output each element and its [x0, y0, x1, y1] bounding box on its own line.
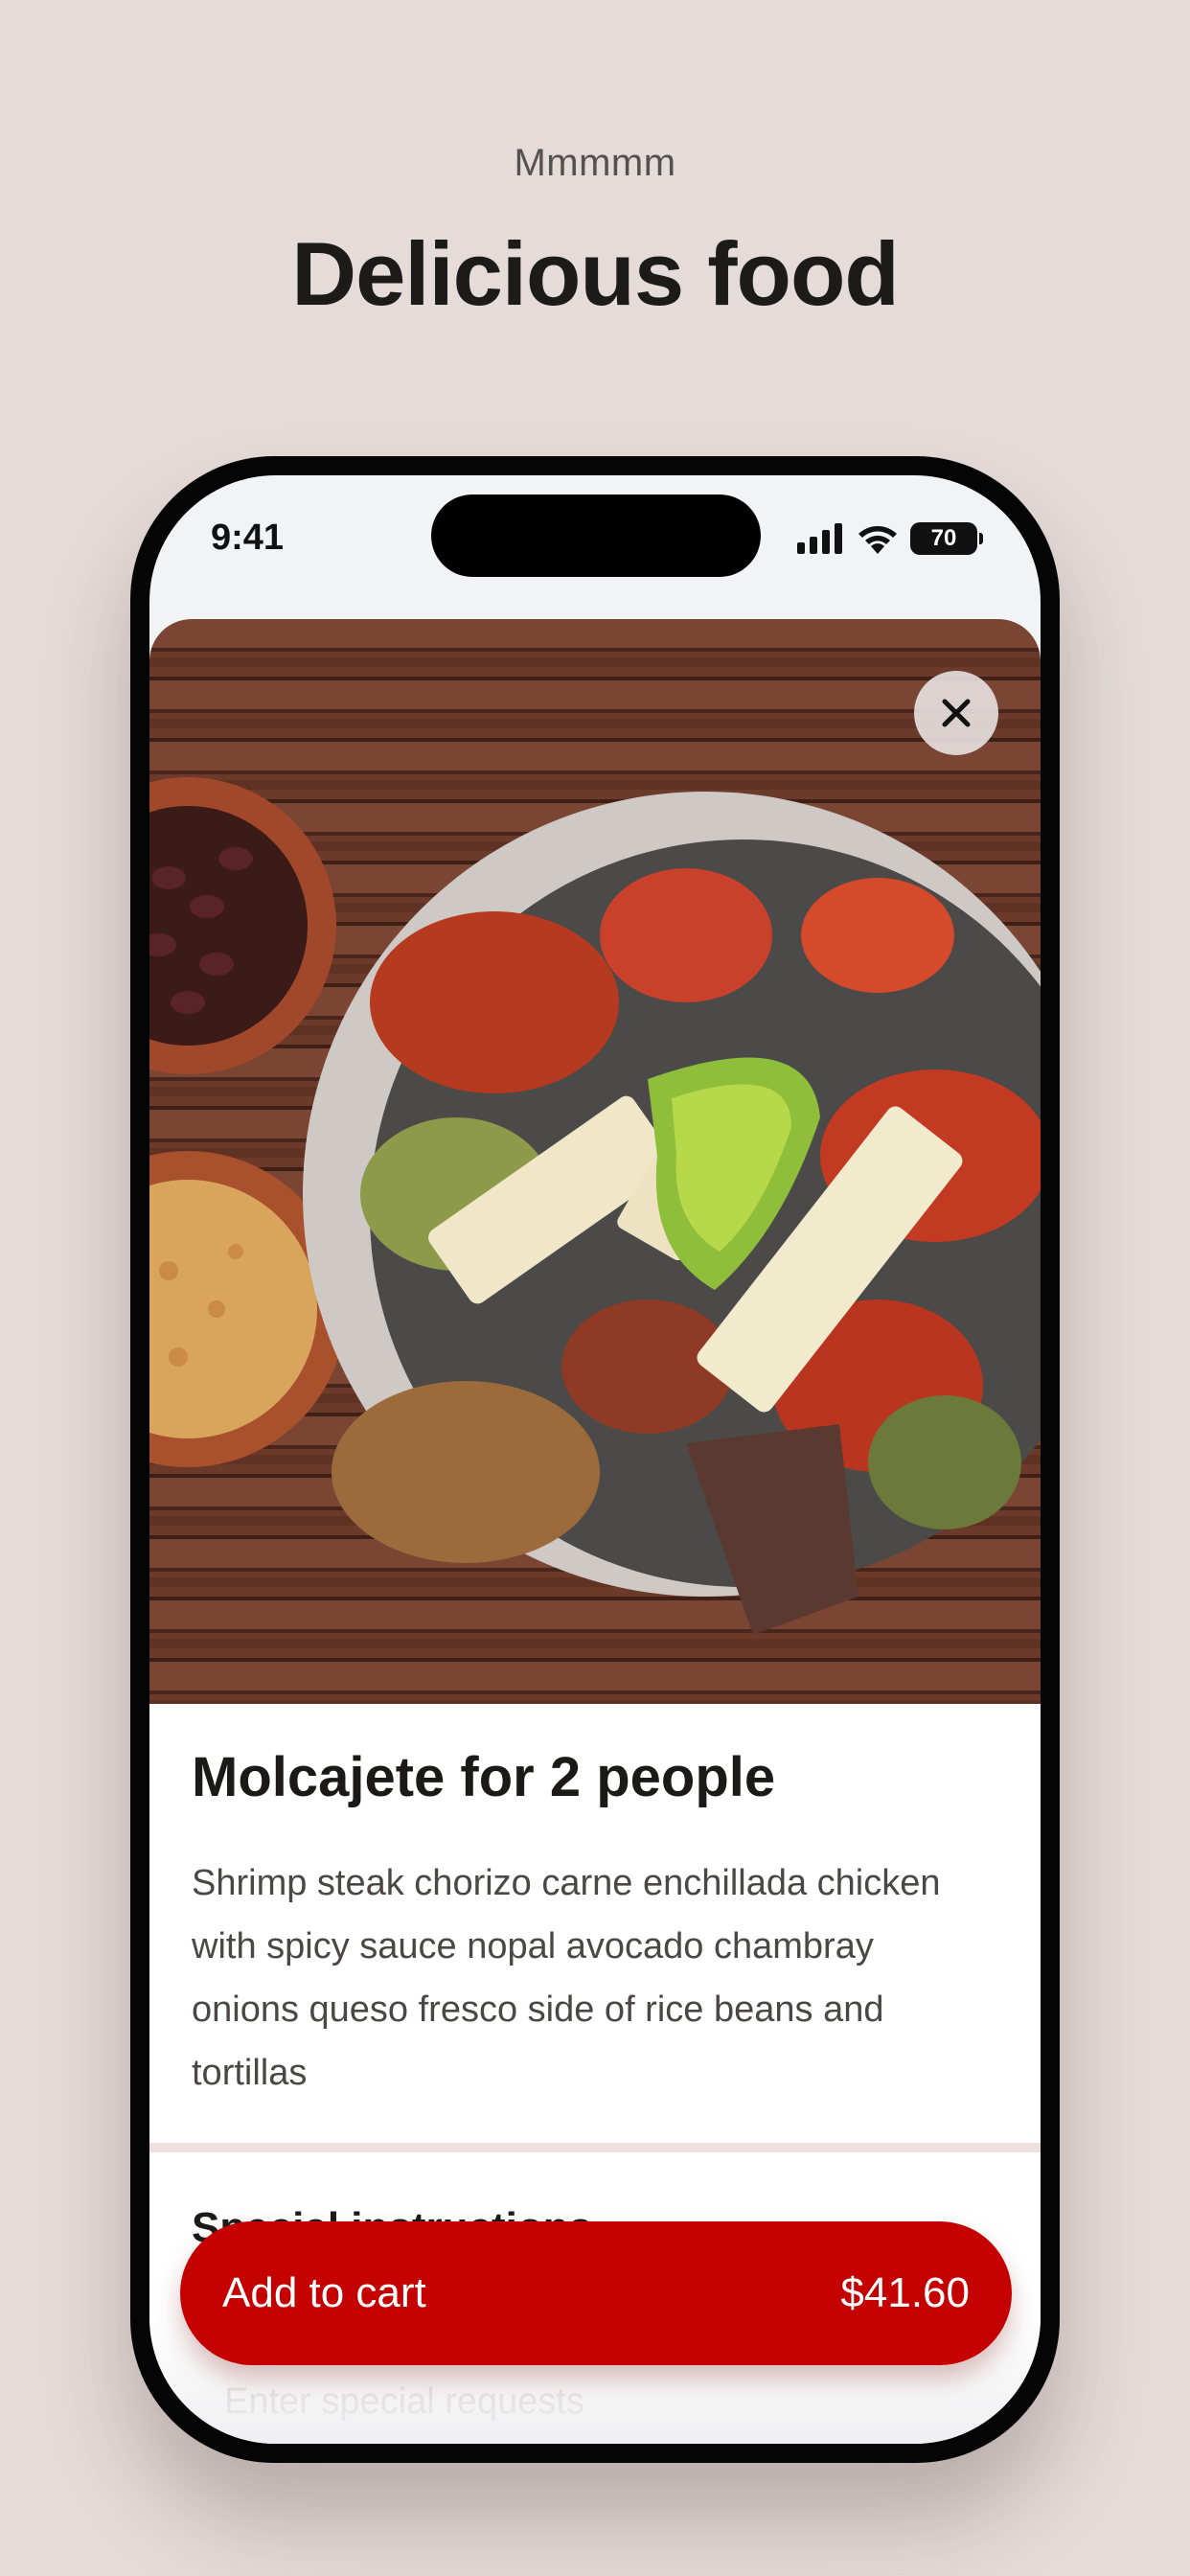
phone-frame: 9:41 70 Molcajete for 2 people Shrimp st…: [130, 456, 1060, 2463]
cart-price: $41.60: [840, 2269, 970, 2316]
close-icon: [942, 699, 971, 727]
status-time: 9:41: [211, 518, 285, 558]
dynamic-island: [431, 494, 761, 577]
add-to-cart-label: Add to cart: [222, 2269, 426, 2316]
dish-description: Shrimp steak chorizo carne enchillada ch…: [192, 1863, 941, 2093]
marketing-page: Mmmmm Delicious food 9:41 70 Molcajete f…: [0, 0, 1190, 2576]
add-to-cart-button[interactable]: Add to cart $41.60: [180, 2221, 1012, 2365]
dish-photo-illustration: [149, 619, 1041, 1704]
dish-photo: [149, 619, 1041, 1704]
kicker-text: Mmmmm: [514, 142, 676, 184]
section-divider: [149, 2143, 1041, 2152]
close-button[interactable]: [914, 671, 998, 755]
item-detail-sheet: Molcajete for 2 people Shrimp steak chor…: [149, 619, 1041, 2444]
signal-icon: [797, 523, 842, 554]
phone-screen: 9:41 70 Molcajete for 2 people Shrimp st…: [149, 475, 1041, 2444]
dish-title: Molcajete for 2 people: [192, 1746, 776, 1808]
battery-icon: 70: [910, 522, 983, 555]
wifi-icon: [858, 526, 897, 554]
headline: Delicious food: [291, 223, 900, 324]
special-instructions-input[interactable]: [192, 2363, 996, 2440]
status-icons: 70: [797, 521, 983, 556]
